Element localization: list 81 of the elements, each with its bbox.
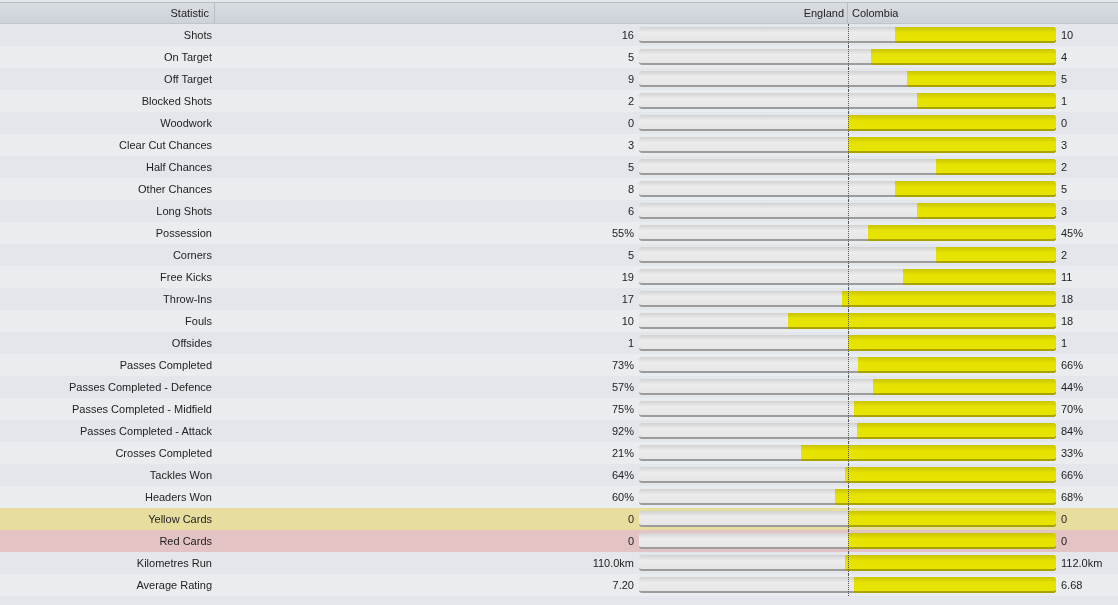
stat-label: Off Target (163, 73, 213, 85)
stat-label: Tackles Won (148, 469, 213, 481)
stat-value: 66% (1060, 469, 1085, 481)
stat-value: 11 (1060, 271, 1074, 283)
stat-value: 7.20 (611, 579, 635, 591)
stat-label: Long Shots (155, 205, 213, 217)
stat-value: 60% (610, 491, 635, 503)
stat-value: 0 (1060, 513, 1069, 525)
column-header[interactable]: Statistic (0, 3, 215, 23)
stat-value: 2 (626, 95, 635, 107)
stat-label: Shots (182, 29, 213, 41)
stat-value: 10 (620, 315, 635, 327)
stat-label: Red Cards (158, 535, 213, 547)
stat-label: Passes Completed - Defence (67, 381, 213, 393)
stat-label: Kilometres Run (135, 557, 213, 569)
stat-value: 3 (1060, 139, 1069, 151)
stat-value: 18 (1060, 293, 1075, 305)
stat-value: 5 (626, 51, 635, 63)
stat-value: 84% (1060, 425, 1085, 437)
stat-label: Passes Completed - Midfield (71, 403, 213, 415)
stat-value: 6.68 (1060, 579, 1084, 591)
stat-value: 68% (1060, 491, 1085, 503)
stat-label: Half Chances (144, 161, 213, 173)
stat-value: 0 (626, 513, 635, 525)
stat-value: 73% (610, 359, 635, 371)
stat-value: 10 (1060, 29, 1075, 41)
stat-value: 44% (1060, 381, 1085, 393)
stat-value: 3 (1060, 205, 1069, 217)
stat-label: Offsides (170, 337, 213, 349)
stat-value: 70% (1060, 403, 1085, 415)
stat-value: 33% (1060, 447, 1085, 459)
stat-value: 0 (626, 535, 635, 547)
stat-value: 110.0km (591, 557, 635, 569)
stat-label: Passes Completed (118, 359, 213, 371)
stat-label: Passes Completed - Attack (78, 425, 213, 437)
stat-value: 0 (1060, 535, 1069, 547)
stat-value: 19 (620, 271, 635, 283)
stat-value: 92% (610, 425, 635, 437)
stat-label: Corners (171, 249, 213, 261)
stat-value: 64% (610, 469, 635, 481)
stat-label: Throw-Ins (162, 293, 213, 305)
stat-value: 57% (610, 381, 635, 393)
stat-label: Yellow Cards (147, 513, 213, 525)
stat-value: 2 (1060, 249, 1069, 261)
stat-value: 16 (620, 29, 635, 41)
stat-value: 5 (1060, 73, 1069, 85)
stat-value: 4 (1060, 51, 1069, 63)
stat-value: 5 (626, 249, 635, 261)
stat-value: 0 (1060, 117, 1069, 129)
stat-label: Clear Cut Chances (118, 139, 213, 151)
stat-value: 1 (626, 337, 635, 349)
stat-label: Fouls (184, 315, 213, 327)
stat-value: 1 (1060, 95, 1069, 107)
stat-label: Other Chances (137, 183, 213, 195)
team-name: Colombia (851, 6, 900, 21)
stat-value: 21% (610, 447, 635, 459)
stat-value: 5 (1060, 183, 1069, 195)
stat-value: 2 (1060, 161, 1069, 173)
stat-value: 0 (626, 117, 635, 129)
stat-label: On Target (162, 51, 213, 63)
stat-value: 66% (1060, 359, 1085, 371)
stat-value: 6 (626, 205, 635, 217)
stat-value: 3 (626, 139, 635, 151)
stat-label: Possession (154, 227, 213, 239)
stat-value: 9 (626, 73, 635, 85)
stat-label: Average Rating (135, 579, 213, 591)
stat-value: 5 (626, 161, 635, 173)
stat-label: Blocked Shots (140, 95, 213, 107)
stat-label: Free Kicks (159, 271, 213, 283)
stat-value: 112.0km (1060, 557, 1104, 569)
team-name: England (215, 3, 848, 23)
stat-value: 17 (620, 293, 635, 305)
stat-value: 1 (1060, 337, 1069, 349)
stat-label: Crosses Completed (114, 447, 213, 459)
stat-value: 45% (1060, 227, 1085, 239)
stat-value: 55% (610, 227, 635, 239)
stat-label: Headers Won (143, 491, 213, 503)
stat-value: 18 (1060, 315, 1075, 327)
stat-label: Woodwork (159, 117, 213, 129)
stat-value: 75% (610, 403, 635, 415)
stat-value: 8 (626, 183, 635, 195)
